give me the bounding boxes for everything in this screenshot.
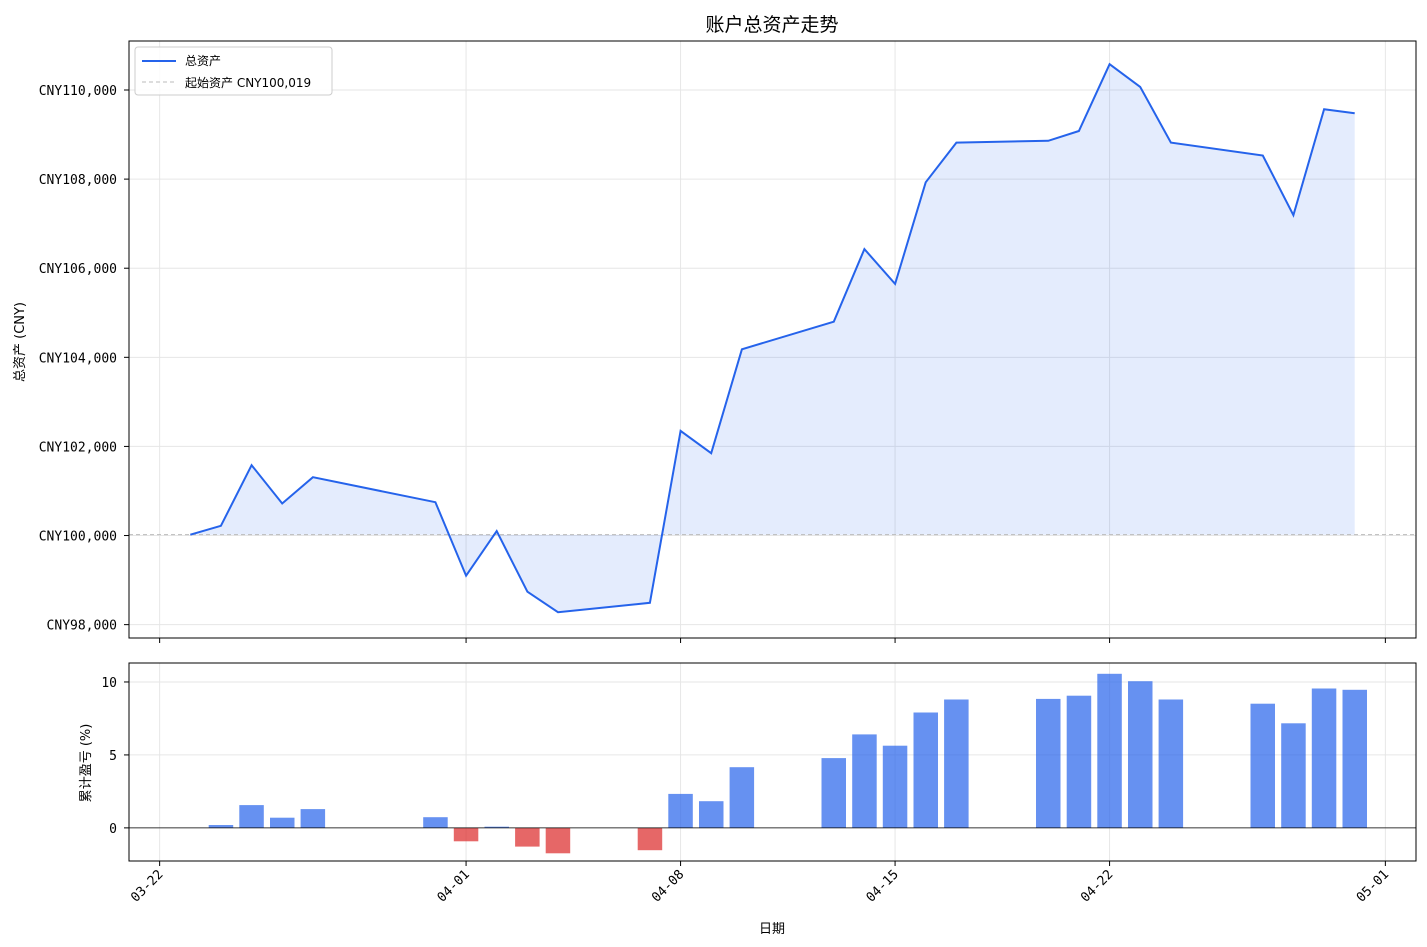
cumulative-pnl-bars bbox=[208, 673, 1367, 854]
pnl-bar bbox=[1097, 673, 1122, 828]
bottom-panel-frame bbox=[128, 662, 1417, 862]
total-assets-area bbox=[190, 64, 1355, 613]
bottom-panel-grid bbox=[129, 663, 1416, 861]
pnl-bar bbox=[270, 817, 295, 828]
pnl-bar bbox=[1281, 723, 1306, 828]
top-y-axis-label: 总资产 (CNY) bbox=[13, 302, 28, 382]
pnl-bar bbox=[453, 827, 479, 842]
legend-label-total-assets: 总资产 bbox=[185, 54, 221, 68]
pnl-bar bbox=[208, 825, 234, 828]
top-y-tick-label: CNY110,000 bbox=[39, 84, 117, 99]
top-y-tick-label: CNY104,000 bbox=[39, 351, 117, 366]
x-tick-label: 04-15 bbox=[864, 867, 902, 905]
top-y-tick-label: CNY106,000 bbox=[39, 262, 117, 277]
x-tick-label: 03-22 bbox=[128, 867, 166, 905]
pnl-bar bbox=[821, 758, 846, 828]
pnl-bar bbox=[882, 745, 908, 828]
pnl-bar bbox=[1250, 703, 1275, 828]
legend-label-initial-assets: 起始资产 CNY100,019 bbox=[185, 76, 311, 90]
x-tick-label: 05-01 bbox=[1354, 867, 1392, 905]
pnl-bar bbox=[239, 805, 264, 828]
x-axis-label: 日期 bbox=[759, 922, 785, 937]
chart-title: 账户总资产走势 bbox=[705, 14, 838, 36]
pnl-bar bbox=[300, 809, 326, 828]
bottom-y-tick-label: 0 bbox=[109, 822, 117, 837]
pnl-bar bbox=[1158, 699, 1184, 828]
x-tick-label: 04-01 bbox=[435, 867, 473, 905]
bottom-y-tick-label: 10 bbox=[101, 676, 117, 691]
bottom-panel-y-ticks: 0 5 10 bbox=[101, 676, 129, 837]
x-tick-label: 04-22 bbox=[1078, 867, 1116, 905]
bottom-panel-x-ticks: 03-22 04-01 04-08 04-15 04-22 05-01 bbox=[128, 861, 1392, 906]
bottom-y-tick-label: 5 bbox=[109, 749, 117, 764]
top-y-tick-label: CNY108,000 bbox=[39, 173, 117, 188]
pnl-bar bbox=[1342, 689, 1367, 828]
pnl-bar bbox=[699, 801, 724, 828]
pnl-bar bbox=[944, 699, 969, 828]
pnl-bar bbox=[637, 827, 663, 851]
pnl-bar bbox=[668, 793, 693, 828]
pnl-bar bbox=[729, 767, 755, 828]
top-panel-x-ticks bbox=[159, 638, 1386, 643]
pnl-bar bbox=[1066, 695, 1092, 828]
chart-figure: 账户总资产走势 CNY98,000CNY100,000CNY102,000CNY… bbox=[13, 14, 1417, 937]
pnl-bar bbox=[545, 827, 571, 854]
pnl-bar bbox=[1311, 688, 1337, 828]
legend: 总资产 起始资产 CNY100,019 bbox=[134, 46, 333, 96]
pnl-bar bbox=[852, 734, 877, 828]
top-y-tick-label: CNY98,000 bbox=[47, 619, 117, 634]
pnl-bar bbox=[1036, 698, 1061, 828]
top-panel-y-ticks: CNY98,000 CNY100,000 CNY102,000 CNY104,000 C… bbox=[39, 84, 129, 634]
x-tick-label: 04-08 bbox=[649, 867, 687, 905]
pnl-bar bbox=[1128, 681, 1153, 828]
bottom-y-axis-label: 累计盈亏 (%) bbox=[79, 724, 94, 803]
pnl-bar bbox=[515, 827, 540, 847]
pnl-bar bbox=[423, 817, 448, 828]
top-y-tick-label: CNY100,000 bbox=[39, 530, 117, 545]
pnl-bar bbox=[913, 712, 938, 828]
top-y-tick-label: CNY102,000 bbox=[39, 440, 117, 455]
